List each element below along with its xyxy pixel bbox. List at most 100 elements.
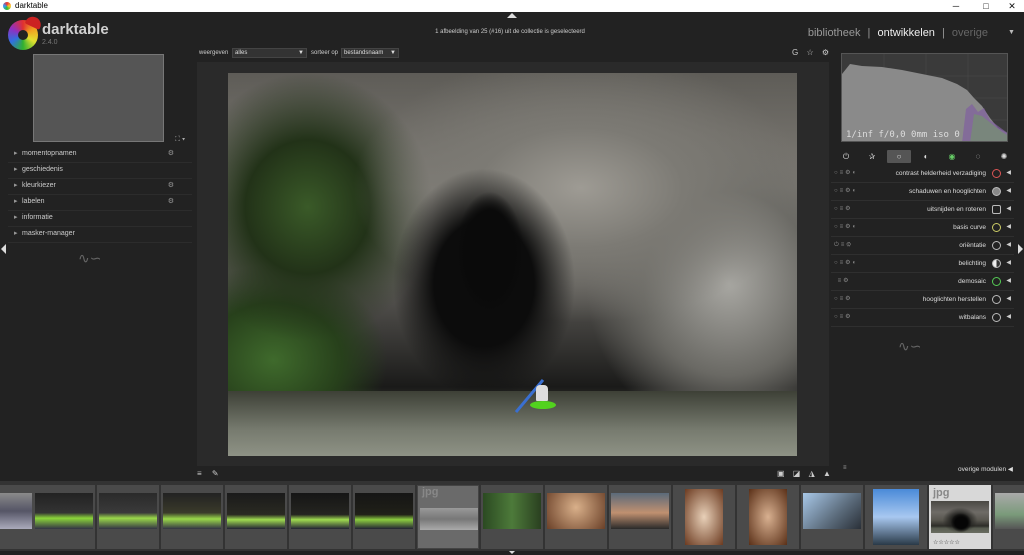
filmstrip-thumb-hovered[interactable]: jpg ☆☆☆☆☆: [929, 485, 991, 549]
module-mask-manager[interactable]: ▸ masker-manager: [8, 227, 192, 243]
chevron-down-icon: ▼: [390, 50, 396, 56]
minimize-button[interactable]: ─: [942, 0, 970, 12]
effect-group-icon[interactable]: ✺: [993, 150, 1015, 163]
collapse-left-arrow-icon[interactable]: [1, 244, 6, 254]
collapse-top-arrow-icon[interactable]: [507, 13, 517, 18]
preferences-gear-icon[interactable]: ⚙: [822, 48, 829, 57]
chevron-down-icon: ▼: [298, 50, 304, 56]
thumb-image: [291, 493, 349, 529]
filmstrip-thumb[interactable]: [161, 485, 223, 549]
module-image-information[interactable]: ▸ informatie: [8, 211, 192, 227]
presets-menu-icon[interactable]: ≡: [197, 469, 202, 478]
module-controls[interactable]: ○≡⚙: [834, 309, 853, 326]
filmstrip[interactable]: jpg jpg ☆☆☆☆☆: [0, 481, 1024, 551]
softproof-icon[interactable]: ◪: [793, 469, 801, 478]
module-label: labelen: [22, 198, 45, 205]
kayak: [530, 401, 556, 409]
module-shadhi[interactable]: ○≡⚙◐ schaduwen en hooglichten ◀: [831, 183, 1014, 201]
module-colisa[interactable]: ○≡⚙◐ contrast helderheid verzadiging ◀: [831, 165, 1014, 183]
filmstrip-thumb[interactable]: [289, 485, 351, 549]
module-highlights[interactable]: ○≡⚙ hooglichten herstellen ◀: [831, 291, 1014, 309]
module-name: basis curve: [953, 224, 986, 231]
star-icon[interactable]: ✰: [861, 150, 883, 163]
thumb-image: [355, 493, 413, 529]
module-flip[interactable]: ⏻≡⚙ oriëntatie ◀: [831, 237, 1014, 255]
sort-select[interactable]: bestandsnaam ▼: [341, 48, 399, 58]
color-group-icon[interactable]: ◉: [941, 150, 963, 163]
color-assessment-icon[interactable]: ▣: [777, 469, 785, 478]
flip-icon: [992, 241, 1001, 250]
filmstrip-thumb[interactable]: [481, 485, 543, 549]
filmstrip-thumb[interactable]: [0, 485, 34, 549]
module-controls[interactable]: ≡⚙: [834, 273, 851, 290]
expand-triangle-icon: ◀: [1006, 170, 1011, 176]
module-demosaic[interactable]: ≡⚙ demosaic ◀: [831, 273, 1014, 291]
module-controls[interactable]: ○≡⚙◐: [834, 255, 858, 272]
power-icon[interactable]: ⏻: [835, 150, 857, 163]
filmstrip-thumb[interactable]: [609, 485, 671, 549]
gear-icon[interactable]: ⚙: [168, 147, 174, 161]
more-modules-button[interactable]: overige modulen ◀: [958, 465, 1013, 473]
close-button[interactable]: ✕: [998, 0, 1024, 12]
thumb-image: [99, 493, 157, 529]
filmstrip-thumb[interactable]: [801, 485, 863, 549]
view-other[interactable]: overige: [952, 27, 988, 39]
module-history[interactable]: ▸ geschiedenis: [8, 163, 192, 179]
module-controls[interactable]: ○≡⚙: [834, 291, 853, 308]
module-controls[interactable]: ○≡⚙◐: [834, 165, 858, 182]
filmstrip-thumb[interactable]: [673, 485, 735, 549]
module-label: geschiedenis: [22, 166, 63, 173]
show-select[interactable]: alles ▼: [232, 48, 307, 58]
basic-group-circle-icon[interactable]: ○: [887, 150, 911, 163]
kayaker: [536, 385, 548, 401]
module-basecurve[interactable]: ○≡⚙◐ basis curve ◀: [831, 219, 1014, 237]
filmstrip-thumb[interactable]: [33, 485, 95, 549]
filmstrip-thumb[interactable]: [993, 485, 1024, 549]
main-image[interactable]: [228, 73, 797, 456]
module-tagging[interactable]: ▸ labelen ⚙: [8, 195, 192, 211]
view-menu-chevron-icon[interactable]: ▼: [1008, 29, 1015, 36]
module-controls[interactable]: ○≡⚙◐: [834, 183, 858, 200]
module-controls[interactable]: ⏻≡⚙: [834, 237, 853, 254]
rating-stars[interactable]: ☆☆☆☆☆: [933, 539, 960, 546]
module-controls[interactable]: ○≡⚙: [834, 201, 853, 218]
filmstrip-thumb[interactable]: [353, 485, 415, 549]
tone-group-icon[interactable]: ◐: [915, 150, 937, 163]
maximize-button[interactable]: □: [972, 0, 1000, 12]
module-clipping[interactable]: ○≡⚙ uitsnijden en roteren ◀: [831, 201, 1014, 219]
view-library[interactable]: bibliotheek: [808, 27, 861, 39]
module-colorpicker[interactable]: ▸ kleurkiezer ⚙: [8, 179, 192, 195]
histogram[interactable]: 1/inf f/0,0 0mm iso 0: [841, 53, 1008, 142]
expand-triangle-icon: ▸: [14, 166, 18, 173]
raw-overexposed-icon[interactable]: ◮: [809, 469, 815, 478]
module-name: belichting: [958, 260, 986, 267]
view-darkroom[interactable]: ontwikkelen: [877, 27, 934, 39]
collapse-right-arrow-icon[interactable]: [1018, 244, 1023, 254]
filmstrip-thumb[interactable]: [97, 485, 159, 549]
show-label: weergeven: [199, 50, 229, 56]
module-temperature[interactable]: ○≡⚙ witbalans ◀: [831, 309, 1014, 327]
app-icon: [3, 2, 11, 10]
module-snapshots[interactable]: ▸ momentopnamen ⚙: [8, 147, 192, 163]
overlay-star-icon[interactable]: ☆: [806, 48, 813, 57]
filmstrip-thumb-selected[interactable]: jpg: [417, 485, 479, 549]
gear-icon[interactable]: ⚙: [168, 195, 174, 209]
thumb-image: [873, 489, 919, 545]
styles-icon[interactable]: ✎: [212, 469, 219, 478]
filmstrip-thumb[interactable]: [225, 485, 287, 549]
module-name: witbalans: [958, 314, 986, 321]
clipping-warning-icon[interactable]: ▲: [823, 469, 831, 478]
filmstrip-thumb[interactable]: [865, 485, 927, 549]
correct-group-icon[interactable]: ◌: [967, 150, 989, 163]
app-name: darktable: [42, 21, 109, 38]
zoom-fit-icon[interactable]: ⛶ ▾: [175, 136, 185, 144]
filmstrip-thumb[interactable]: [545, 485, 607, 549]
module-exposure[interactable]: ○≡⚙◐ belichting ◀: [831, 255, 1014, 273]
more-modules-icon[interactable]: ≡: [843, 465, 847, 471]
grouping-icon[interactable]: G: [792, 48, 798, 57]
navigation-thumbnail[interactable]: [33, 54, 164, 142]
gear-icon[interactable]: ⚙: [168, 179, 174, 193]
expand-triangle-icon: ◀: [1006, 242, 1011, 248]
filmstrip-thumb[interactable]: [737, 485, 799, 549]
module-controls[interactable]: ○≡⚙◐: [834, 219, 858, 236]
